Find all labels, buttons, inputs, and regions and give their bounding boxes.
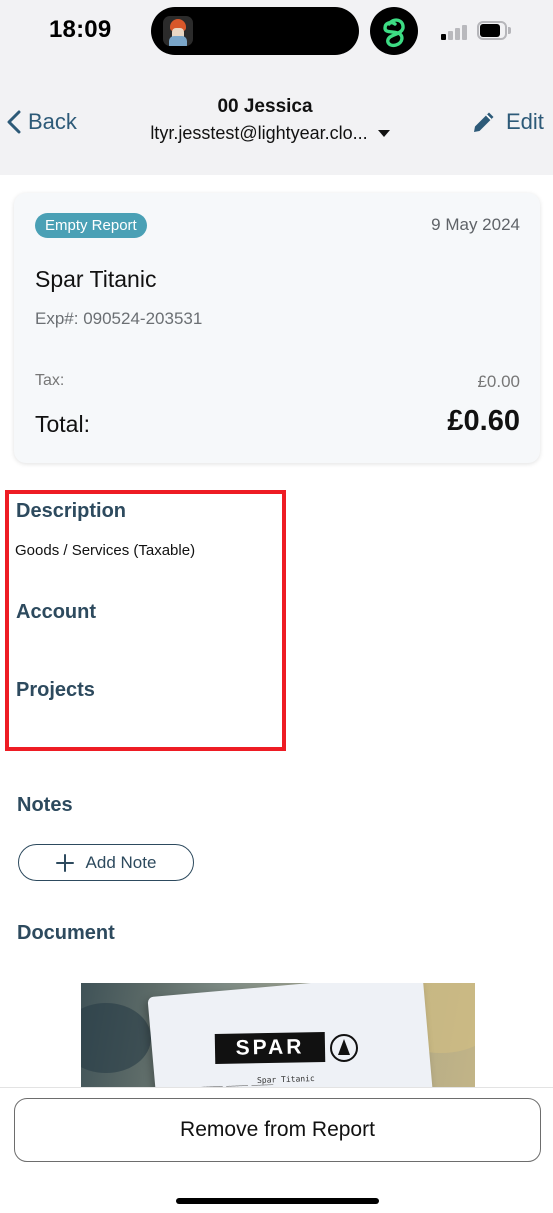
tax-value: £0.00 [477, 372, 520, 391]
add-note-label: Add Note [85, 852, 157, 872]
threads-app-icon [370, 7, 418, 55]
user-avatar-icon [163, 16, 193, 46]
merchant-name: Spar Titanic [35, 266, 157, 292]
expense-summary-card: Empty Report 9 May 2024 Spar Titanic Exp… [14, 193, 540, 463]
cellular-signal-icon [441, 24, 469, 40]
tax-label: Tax: [35, 372, 65, 389]
edit-label: Edit [506, 109, 544, 134]
receipt-image[interactable]: SPAR Spar Titanic ────── ────── ────── [81, 983, 475, 1088]
status-time: 18:09 [49, 16, 112, 43]
page-title: 00 Jessica [217, 96, 313, 117]
edit-button[interactable]: Edit [471, 106, 544, 138]
account-title: Account [16, 601, 96, 623]
home-indicator [176, 1198, 379, 1204]
back-button[interactable]: Back [6, 106, 77, 138]
notes-title: Notes [17, 794, 73, 816]
spar-tree-icon [330, 1034, 358, 1062]
remove-from-report-label: Remove from Report [180, 1118, 375, 1141]
add-note-button[interactable]: Add Note [18, 844, 194, 881]
battery-icon [477, 21, 511, 40]
remove-from-report-button[interactable]: Remove from Report [14, 1098, 541, 1162]
total-label: Total: [35, 411, 90, 437]
expense-number: Exp#: 090524-203531 [35, 309, 203, 328]
spar-logo: SPAR [214, 1032, 326, 1064]
dynamic-island [151, 7, 359, 55]
account-email: ltyr.jesstest@lightyear.clo... [150, 122, 368, 143]
caret-down-icon [377, 129, 390, 137]
document-title: Document [17, 922, 115, 944]
bottom-action-bar: Remove from Report [0, 1087, 553, 1213]
status-bar: 18:09 [0, 0, 553, 62]
chevron-left-icon [7, 110, 21, 134]
description-value: Goods / Services (Taxable) [15, 542, 196, 559]
description-title: Description [16, 500, 127, 522]
expense-detail-screen: 18:09 Back 00 Jessica ltyr.jesstest@ligh… [0, 0, 553, 1213]
account-switcher[interactable]: ltyr.jesstest@lightyear.clo... [120, 120, 420, 146]
projects-title: Projects [16, 679, 95, 701]
expense-date: 9 May 2024 [431, 215, 520, 234]
status-badge: Empty Report [35, 213, 147, 238]
plus-icon [55, 853, 74, 872]
back-label: Back [28, 109, 77, 134]
navigation-bar: Back 00 Jessica ltyr.jesstest@lightyear.… [0, 62, 553, 175]
total-value: £0.60 [447, 405, 520, 437]
pencil-icon [474, 112, 494, 132]
